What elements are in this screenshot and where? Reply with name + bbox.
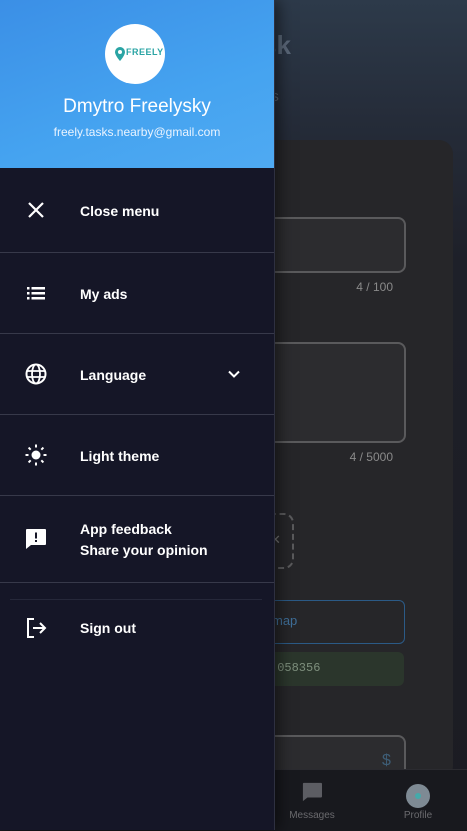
globe-icon [25, 363, 47, 385]
map-button-label: map [272, 613, 298, 628]
location-pin-icon [115, 47, 125, 61]
nav-profile[interactable]: Profile [378, 770, 458, 831]
menu-label-my-ads: My ads [80, 286, 128, 302]
menu-label-sign-out: Sign out [80, 620, 136, 636]
nav-label-profile: Profile [403, 810, 433, 821]
menu-label-language: Language [80, 367, 147, 383]
dollar-icon: $ [382, 752, 391, 769]
nav-messages[interactable]: Messages [272, 770, 352, 831]
coordinates-text: .058356 [270, 661, 321, 675]
drawer-header: FREELY Dmytro Freelysky freely.tasks.nea… [0, 0, 274, 168]
navigation-drawer: FREELY Dmytro Freelysky freely.tasks.nea… [0, 0, 275, 830]
chevron-down-icon[interactable] [224, 364, 244, 384]
menu-item-language[interactable]: Language [0, 334, 274, 414]
menu-label-close: Close menu [80, 203, 160, 219]
close-icon [28, 202, 44, 218]
title-char-counter: 4 / 100 [356, 280, 393, 294]
nav-label-messages: Messages [289, 810, 335, 821]
description-char-counter: 4 / 5000 [349, 450, 393, 464]
menu-label-light-theme: Light theme [80, 448, 160, 464]
sign-out-icon [27, 618, 47, 638]
menu-item-light-theme[interactable]: Light theme [0, 415, 274, 495]
feedback-icon [26, 529, 46, 549]
divider [0, 582, 274, 583]
list-icon [27, 287, 45, 300]
menu-item-app-feedback[interactable]: App feedback Share your opinion [0, 496, 274, 582]
avatar[interactable]: FREELY [105, 24, 165, 84]
sun-icon [25, 444, 47, 466]
menu-item-sign-out[interactable]: Sign out [0, 600, 274, 656]
menu-sublabel-share-opinion: Share your opinion [80, 542, 208, 558]
chat-icon [302, 782, 322, 802]
menu-item-close[interactable]: Close menu [0, 168, 274, 252]
user-name: Dmytro Freelysky [63, 96, 211, 117]
avatar-logo-text: FREELY [126, 47, 164, 57]
user-email: freely.tasks.nearby@gmail.com [53, 125, 221, 139]
avatar-icon [406, 784, 430, 808]
menu-item-my-ads[interactable]: My ads [0, 253, 274, 333]
menu-label-app-feedback: App feedback [80, 521, 172, 537]
